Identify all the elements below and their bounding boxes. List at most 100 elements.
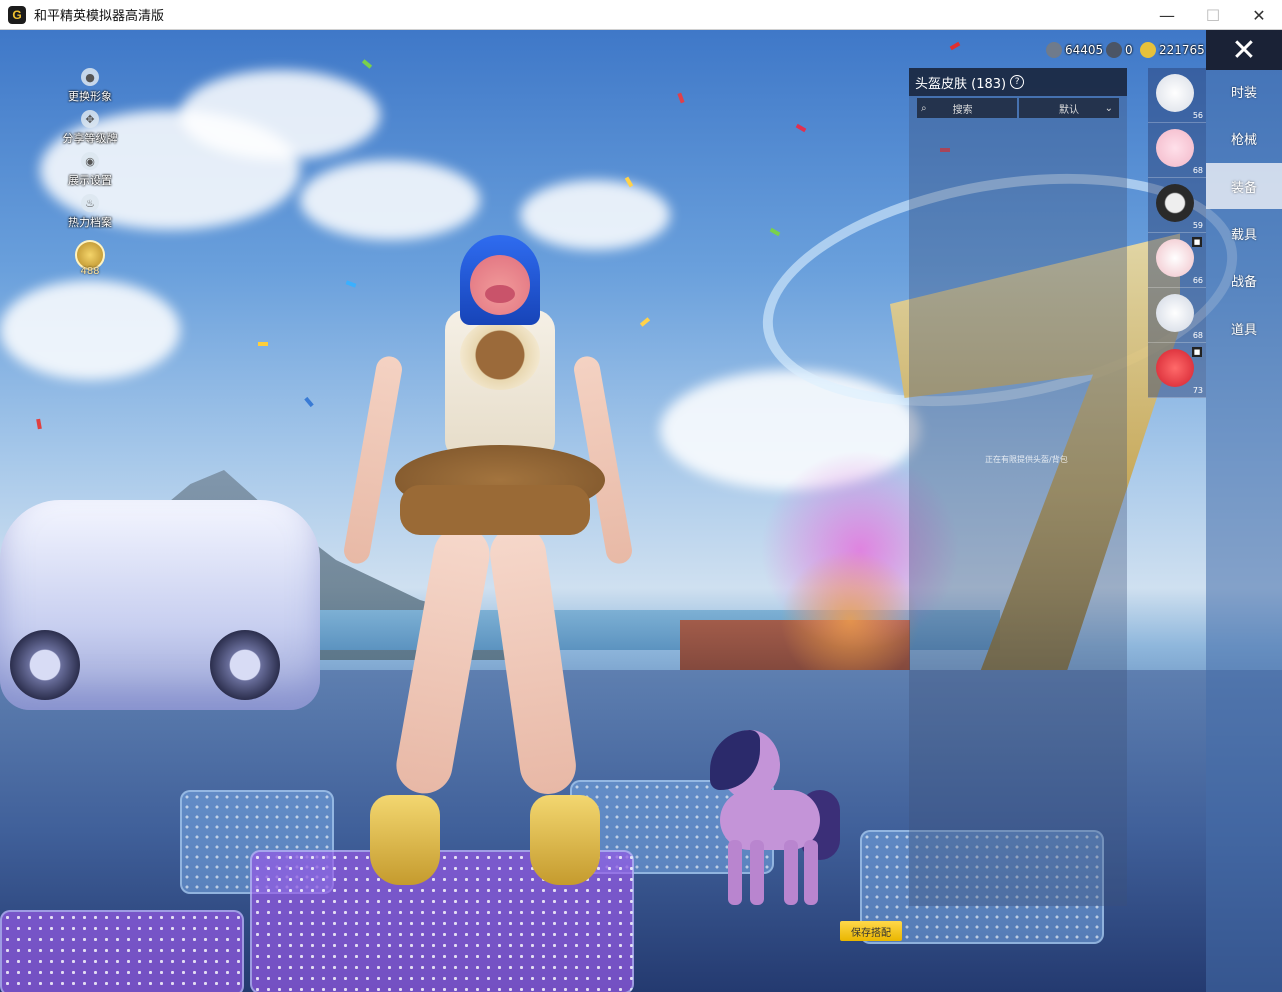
floor-tile-purple bbox=[0, 910, 244, 992]
player-character bbox=[341, 235, 635, 885]
skin-item[interactable]: 59 bbox=[1148, 178, 1206, 233]
window-titlebar: G 和平精英模拟器高清版 — ☐ ✕ bbox=[0, 0, 1282, 30]
item-count: 66 bbox=[1192, 276, 1203, 285]
close-button[interactable]: ✕ bbox=[1206, 30, 1282, 70]
pony-leg bbox=[750, 840, 764, 905]
item-tag-icon: ■ bbox=[1192, 347, 1202, 357]
item-tag-icon: ■ bbox=[1192, 237, 1202, 247]
confetti bbox=[345, 280, 357, 288]
confetti bbox=[949, 41, 961, 51]
white-car bbox=[0, 500, 320, 710]
character-shorts bbox=[400, 485, 590, 535]
tab-weapons[interactable]: 枪械 bbox=[1206, 115, 1282, 161]
skin-items-list: 56 68 59 ■ 66 68 ■ 73 bbox=[1148, 68, 1206, 398]
skin-item[interactable]: 56 bbox=[1148, 68, 1206, 123]
currency-uc: 221765 bbox=[1140, 40, 1205, 60]
currency-silver-value: 64405 bbox=[1065, 43, 1104, 57]
currency-a: 0 bbox=[1106, 40, 1133, 60]
sort-label: 默认 bbox=[1059, 104, 1079, 116]
level-value: 488 bbox=[80, 266, 100, 277]
confetti bbox=[795, 123, 807, 133]
helmet-thumb-icon bbox=[1156, 239, 1194, 277]
tab-fashion[interactable]: 时装 bbox=[1206, 68, 1282, 114]
tab-props[interactable]: 道具 bbox=[1206, 305, 1282, 351]
window-close-button[interactable]: ✕ bbox=[1236, 0, 1282, 30]
confetti bbox=[769, 227, 781, 237]
maximize-button[interactable]: ☐ bbox=[1190, 0, 1236, 30]
panel-header: 头盔皮肤 (183) ? bbox=[909, 68, 1127, 96]
search-placeholder: 搜索 bbox=[952, 104, 973, 116]
helmet-thumb-icon bbox=[1156, 349, 1194, 387]
level-badge-item[interactable]: 488 bbox=[60, 236, 120, 277]
display-settings-item[interactable]: ◉ 展示设置 bbox=[60, 152, 120, 188]
item-count: 56 bbox=[1192, 111, 1203, 120]
app-icon: G bbox=[8, 5, 26, 24]
confetti bbox=[36, 418, 42, 430]
minimize-button[interactable]: — bbox=[1144, 0, 1190, 30]
car-wheel bbox=[10, 630, 80, 700]
change-appearance-item[interactable]: ● 更换形象 bbox=[60, 68, 120, 104]
cloud bbox=[180, 70, 380, 160]
cloud bbox=[0, 280, 180, 380]
window-title: 和平精英模拟器高清版 bbox=[34, 9, 165, 24]
tab-combat-prep[interactable]: 战备 bbox=[1206, 257, 1282, 303]
coin-a-icon bbox=[1106, 42, 1122, 58]
helmet-skin-panel: 头盔皮肤 (183) ? ⌕ 搜索 默认 ⌄ 正在有限提供头盔/背包 bbox=[909, 68, 1127, 906]
currency-uc-value: 221765 bbox=[1159, 43, 1205, 57]
confetti bbox=[361, 59, 373, 69]
confetti bbox=[639, 317, 651, 327]
skin-item[interactable]: 68 bbox=[1148, 123, 1206, 178]
confetti bbox=[304, 396, 314, 408]
confetti bbox=[677, 92, 685, 104]
confetti bbox=[258, 342, 268, 346]
search-input[interactable]: ⌕ 搜索 bbox=[917, 98, 1017, 118]
chevron-down-icon: ⌄ bbox=[1104, 102, 1113, 114]
car-wheel bbox=[210, 630, 280, 700]
heat-profile-item[interactable]: ♨ 热力档案 bbox=[60, 194, 120, 230]
share-level-item[interactable]: ✥ 分享等级牌 bbox=[60, 110, 120, 146]
help-icon[interactable]: ? bbox=[1010, 75, 1025, 89]
helmet-thumb-icon bbox=[1156, 129, 1194, 167]
search-icon: ⌕ bbox=[921, 102, 927, 114]
sort-dropdown[interactable]: 默认 ⌄ bbox=[1019, 98, 1119, 118]
helmet-thumb-icon bbox=[1156, 294, 1194, 332]
change-appearance-label: 更换形象 bbox=[68, 90, 112, 103]
share-level-label: 分享等级牌 bbox=[62, 132, 118, 145]
skin-item[interactable]: ■ 73 bbox=[1148, 343, 1206, 398]
uc-coin-icon bbox=[1140, 42, 1156, 58]
helmet-thumb-icon bbox=[1156, 74, 1194, 112]
save-outfit-button[interactable]: 保存搭配 bbox=[840, 921, 902, 941]
character-leg bbox=[486, 522, 580, 798]
currency-silver: 64405 bbox=[1046, 40, 1103, 60]
orange-smoke bbox=[780, 550, 920, 690]
tab-vehicles[interactable]: 载具 bbox=[1206, 210, 1282, 256]
gold-shoe bbox=[530, 795, 600, 885]
bear-emblem bbox=[460, 320, 540, 390]
pony-pet bbox=[700, 730, 850, 910]
item-count: 73 bbox=[1192, 386, 1203, 395]
display-settings-label: 展示设置 bbox=[68, 174, 112, 187]
tab-equipment[interactable]: 装备 bbox=[1206, 163, 1282, 209]
pony-leg bbox=[804, 840, 818, 905]
gold-shoe bbox=[370, 795, 440, 885]
skin-item[interactable]: 68 bbox=[1148, 288, 1206, 343]
heat-profile-label: 热力档案 bbox=[68, 216, 112, 229]
person-icon: ● bbox=[81, 68, 99, 86]
item-count: 68 bbox=[1192, 166, 1203, 175]
panel-title: 头盔皮肤 (183) bbox=[915, 76, 1007, 92]
item-count: 59 bbox=[1192, 221, 1203, 230]
character-arm bbox=[341, 354, 405, 566]
currency-a-value: 0 bbox=[1125, 43, 1133, 57]
character-leg bbox=[391, 522, 495, 798]
coin-gray-icon bbox=[1046, 42, 1062, 58]
cloud bbox=[300, 160, 480, 240]
skin-item[interactable]: ■ 66 bbox=[1148, 233, 1206, 288]
eye-icon: ◉ bbox=[81, 152, 99, 170]
pony-leg bbox=[784, 840, 798, 905]
helmet-thumb-icon bbox=[1156, 184, 1194, 222]
flame-icon: ♨ bbox=[81, 194, 99, 212]
left-menu: ● 更换形象 ✥ 分享等级牌 ◉ 展示设置 ♨ 热力档案 488 bbox=[60, 68, 120, 283]
panel-tip-text: 正在有限提供头盔/背包 bbox=[985, 455, 1068, 464]
pony-leg bbox=[728, 840, 742, 905]
pig-snout bbox=[485, 285, 515, 303]
